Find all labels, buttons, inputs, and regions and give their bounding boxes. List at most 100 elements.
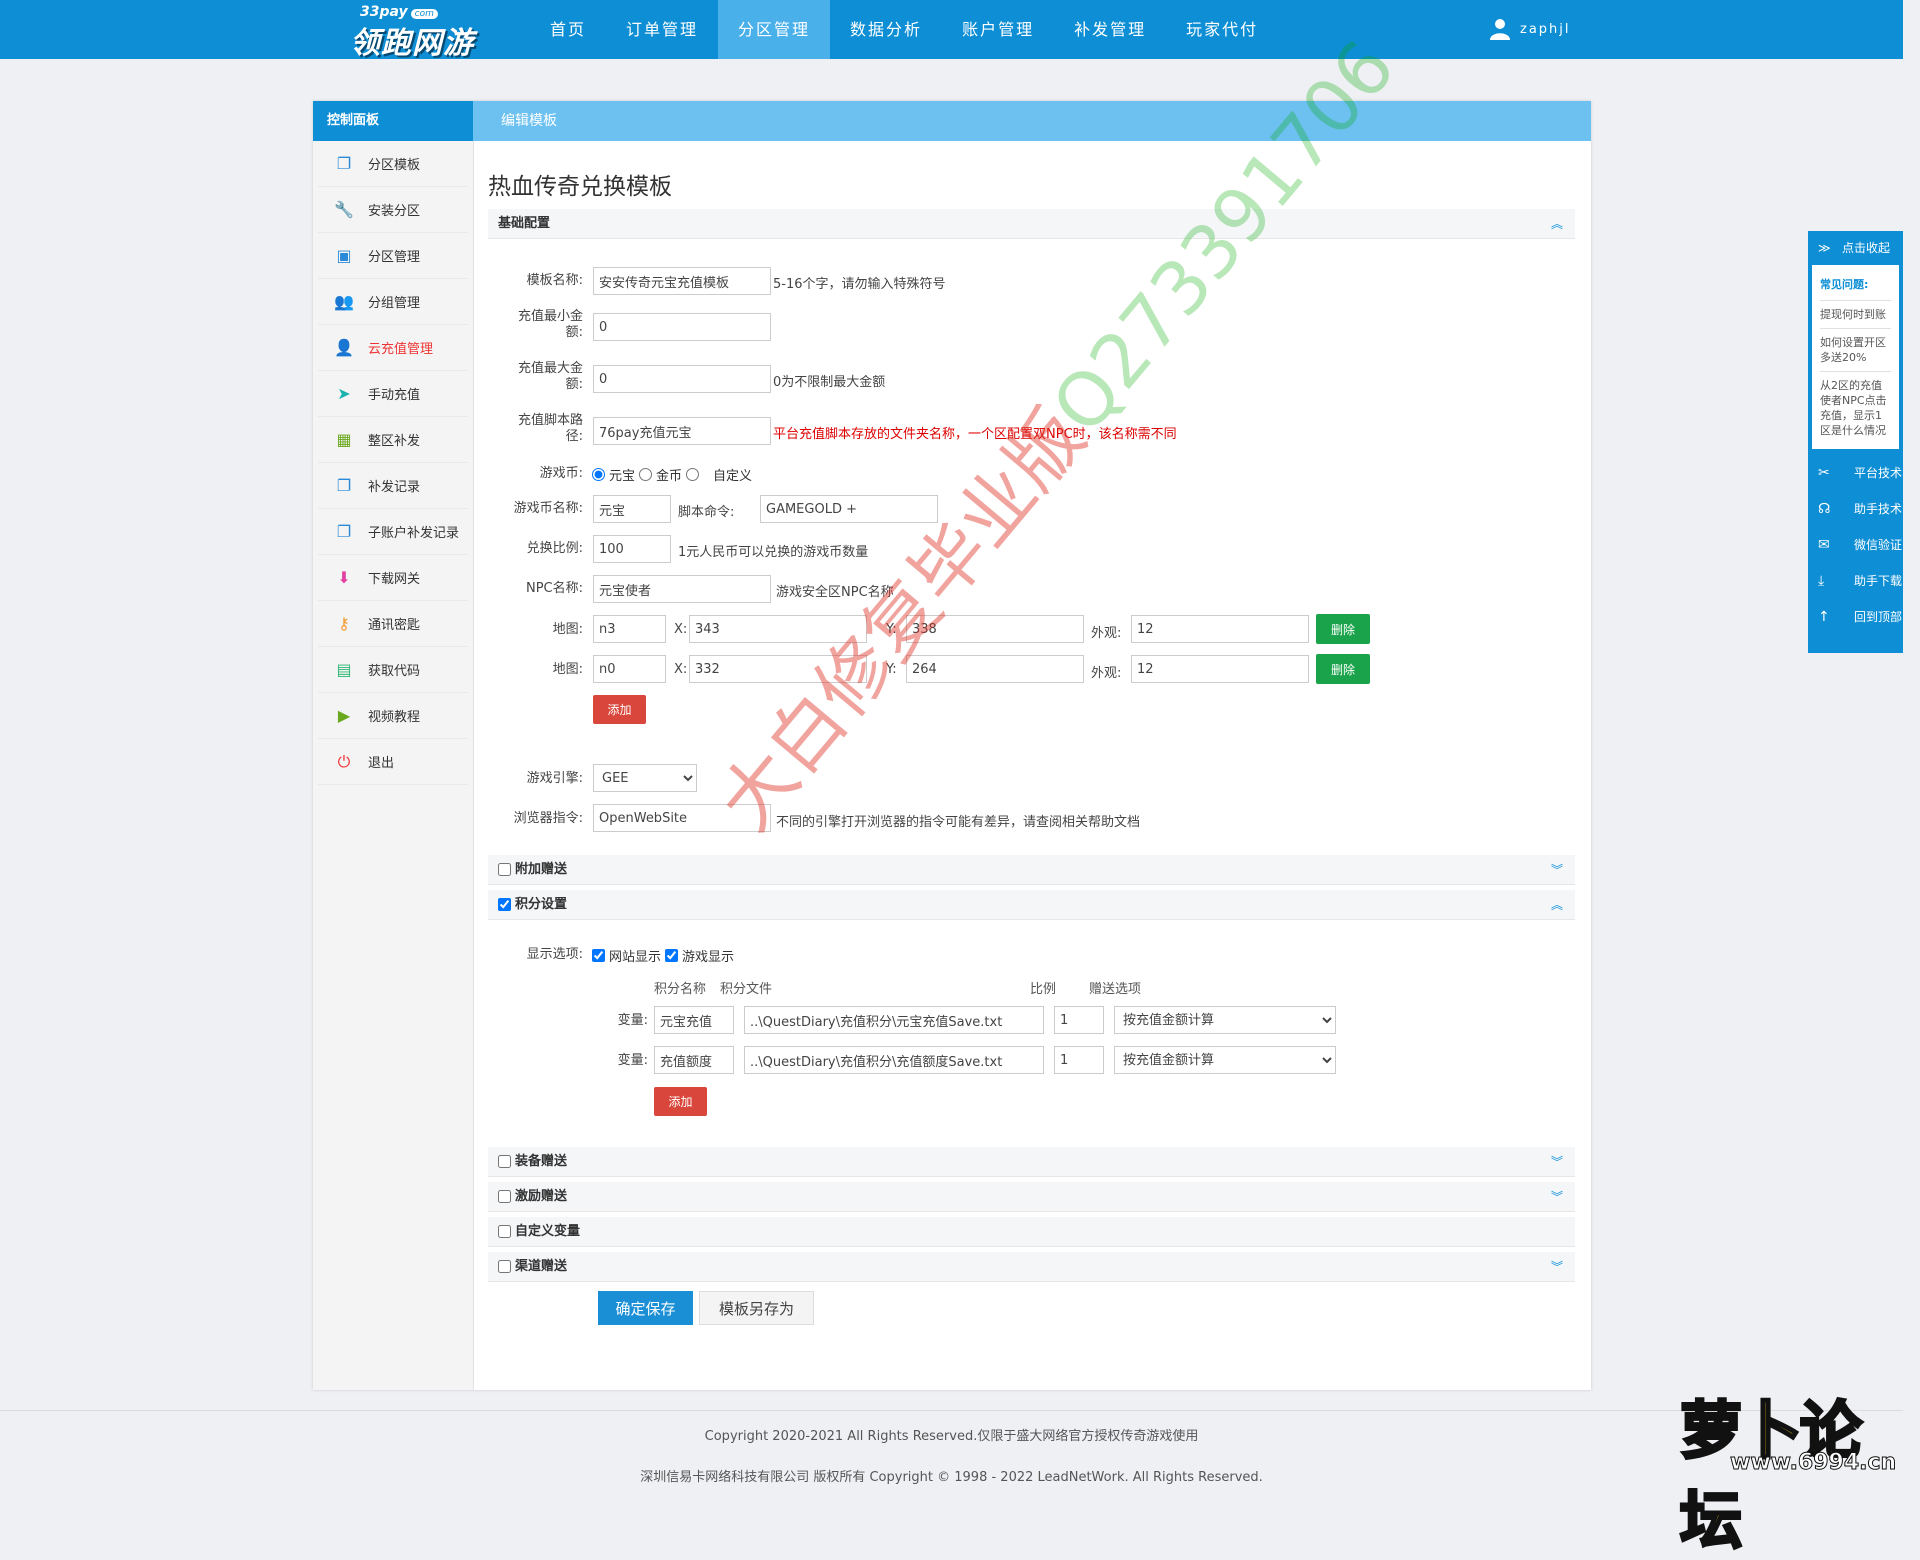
section-extra-gift[interactable]: 附加赠送 ︾ <box>488 855 1575 885</box>
add-points-button[interactable]: 添加 <box>654 1087 707 1116</box>
nav-player-pay[interactable]: 玩家代付 <box>1166 0 1278 59</box>
channel-gift-checkbox[interactable] <box>498 1260 511 1273</box>
browser-cmd-input[interactable] <box>593 804 771 832</box>
sidebar-item-logout[interactable]: ⏻ 退出 <box>318 739 468 785</box>
badge-url: www.6994.cn <box>1729 1450 1897 1476</box>
points-ratio-input[interactable] <box>1054 1046 1104 1074</box>
section-equip-gift[interactable]: 装备赠送 ︾ <box>488 1147 1575 1177</box>
sidebar-item-reissue-log[interactable]: ❐ 补发记录 <box>318 463 468 509</box>
ratio-input[interactable] <box>593 535 671 563</box>
nav-reissue[interactable]: 补发管理 <box>1054 0 1166 59</box>
user-menu[interactable]: zaphjl <box>1490 18 1571 40</box>
max-amount-input[interactable] <box>593 365 771 393</box>
currency-name-input[interactable] <box>593 495 671 523</box>
chevron-down-icon[interactable]: ︾ <box>1551 1182 1563 1212</box>
tools-icon: ✂ <box>1818 465 1830 481</box>
main-nav: 首页 订单管理 分区管理 数据分析 账户管理 补发管理 玩家代付 <box>530 0 1278 59</box>
sidebar-item-zone-template[interactable]: ❐ 分区模板 <box>318 141 468 187</box>
currency-radio-yuanbao[interactable] <box>592 468 605 481</box>
add-map-button[interactable]: 添加 <box>593 695 646 724</box>
sidebar-item-get-code[interactable]: ▤ 获取代码 <box>318 647 468 693</box>
tpl-name-hint: 5-16个字，请勿输入特殊符号 <box>773 277 946 292</box>
collapse-button[interactable]: ≫ 点击收起 <box>1808 231 1903 265</box>
sidebar-item-video-tutorial[interactable]: ▶ 视频教程 <box>318 693 468 739</box>
calendar-icon: ▦ <box>336 430 352 449</box>
map-name-input[interactable] <box>593 615 666 643</box>
sidebar-item-group-manage[interactable]: 👥 分组管理 <box>318 279 468 325</box>
delete-map-button[interactable]: 删除 <box>1316 654 1370 684</box>
map-look-input[interactable] <box>1131 615 1309 643</box>
nav-orders[interactable]: 订单管理 <box>606 0 718 59</box>
map-name-input[interactable] <box>593 655 666 683</box>
nav-analytics[interactable]: 数据分析 <box>830 0 942 59</box>
incentive-gift-checkbox[interactable] <box>498 1190 511 1203</box>
sidebar-item-download-gateway[interactable]: ⬇ 下载网关 <box>318 555 468 601</box>
save-as-template-button[interactable]: 模板另存为 <box>699 1291 814 1325</box>
chevron-down-icon[interactable]: ︾ <box>1551 855 1563 885</box>
sidebar-item-sub-reissue-log[interactable]: ❐ 子账户补发记录 <box>318 509 468 555</box>
map-x-input[interactable] <box>689 655 867 683</box>
points-name-input[interactable] <box>654 1006 734 1034</box>
back-to-top[interactable]: ↑ 回到顶部 <box>1808 599 1903 635</box>
section-channel-gift[interactable]: 渠道赠送 ︾ <box>488 1252 1575 1282</box>
npc-input[interactable] <box>593 575 771 603</box>
chevron-down-icon[interactable]: ︾ <box>1551 1252 1563 1282</box>
sidebar-item-zone-reissue[interactable]: ▦ 整区补发 <box>318 417 468 463</box>
logo[interactable]: 33pay com 领跑网游 <box>350 4 500 61</box>
link-platform-tech[interactable]: ✂ 平台技术 <box>1808 455 1903 491</box>
engine-select[interactable]: GEE <box>593 764 697 792</box>
max-amount-label: 充值最大金 额: <box>517 361 583 392</box>
copy-icon: ❐ <box>336 522 352 541</box>
custom-var-checkbox[interactable] <box>498 1225 511 1238</box>
section-basic[interactable]: 基础配置 ︽ <box>488 209 1575 239</box>
map-y-input[interactable] <box>906 655 1084 683</box>
nav-account[interactable]: 账户管理 <box>942 0 1054 59</box>
points-name-input[interactable] <box>654 1046 734 1074</box>
faq-item[interactable]: 从2区的充值使者NPC点击充值，显示1区是什么情况 <box>1820 372 1891 444</box>
script-cmd-input[interactable] <box>760 495 938 523</box>
faq-item[interactable]: 提现何时到账 <box>1820 301 1891 329</box>
points-file-input[interactable] <box>744 1006 1044 1034</box>
section-points[interactable]: 积分设置 ︽ <box>488 890 1575 920</box>
sidebar-item-manual-recharge[interactable]: ➤ 手动充值 <box>318 371 468 417</box>
nav-zones[interactable]: 分区管理 <box>718 0 831 59</box>
currency-radio-custom[interactable] <box>686 468 700 481</box>
chevron-up-icon[interactable]: ︽ <box>1551 209 1563 239</box>
points-file-input[interactable] <box>744 1046 1044 1074</box>
npc-hint: 游戏安全区NPC名称 <box>776 585 894 600</box>
points-ratio-input[interactable] <box>1054 1006 1104 1034</box>
map-y-input[interactable] <box>906 615 1084 643</box>
gift-option-select[interactable]: 按充值金额计算 <box>1114 1046 1336 1074</box>
nav-home[interactable]: 首页 <box>530 0 606 59</box>
chat-icon: ✉ <box>1818 537 1830 553</box>
map-x-input[interactable] <box>689 615 867 643</box>
save-button[interactable]: 确定保存 <box>598 1291 693 1325</box>
sidebar-item-zone-manage[interactable]: ▣ 分区管理 <box>318 233 468 279</box>
sidebar-item-cloud-recharge[interactable]: 👤 云充值管理 <box>318 325 468 371</box>
currency-radio-gold[interactable] <box>639 468 653 481</box>
min-amount-input[interactable] <box>593 313 771 341</box>
script-path-input[interactable] <box>593 417 771 445</box>
section-custom-var[interactable]: 自定义变量 <box>488 1217 1575 1247</box>
chevron-down-icon[interactable]: ︾ <box>1551 1147 1563 1177</box>
points-checkbox[interactable] <box>498 898 511 911</box>
variable-label: 变量: <box>617 1013 648 1028</box>
section-incentive-gift[interactable]: 激励赠送 ︾ <box>488 1182 1575 1212</box>
gift-option-select[interactable]: 按充值金额计算 <box>1114 1006 1336 1034</box>
tpl-name-input[interactable] <box>593 267 771 295</box>
map-x-label: X: <box>674 662 688 677</box>
delete-map-button[interactable]: 删除 <box>1316 614 1370 644</box>
sidebar-item-comm-key[interactable]: ⚷ 通讯密匙 <box>318 601 468 647</box>
faq-item[interactable]: 如何设置开区多送20% <box>1820 329 1891 372</box>
chevron-up-icon[interactable]: ︽ <box>1551 890 1563 920</box>
extra-gift-checkbox[interactable] <box>498 863 511 876</box>
web-display-checkbox[interactable] <box>592 949 605 962</box>
map-look-input[interactable] <box>1131 655 1309 683</box>
game-display-checkbox[interactable] <box>665 949 679 962</box>
equip-gift-checkbox[interactable] <box>498 1155 511 1168</box>
sidebar-item-install-zone[interactable]: 🔧 安装分区 <box>318 187 468 233</box>
link-helper-tech[interactable]: ☊ 助手技术 <box>1808 491 1903 527</box>
link-wechat-verify[interactable]: ✉ 微信验证 <box>1808 527 1903 563</box>
link-helper-download[interactable]: ⤓ 助手下载 <box>1808 563 1903 599</box>
col-ratio: 比例 <box>1030 982 1057 997</box>
